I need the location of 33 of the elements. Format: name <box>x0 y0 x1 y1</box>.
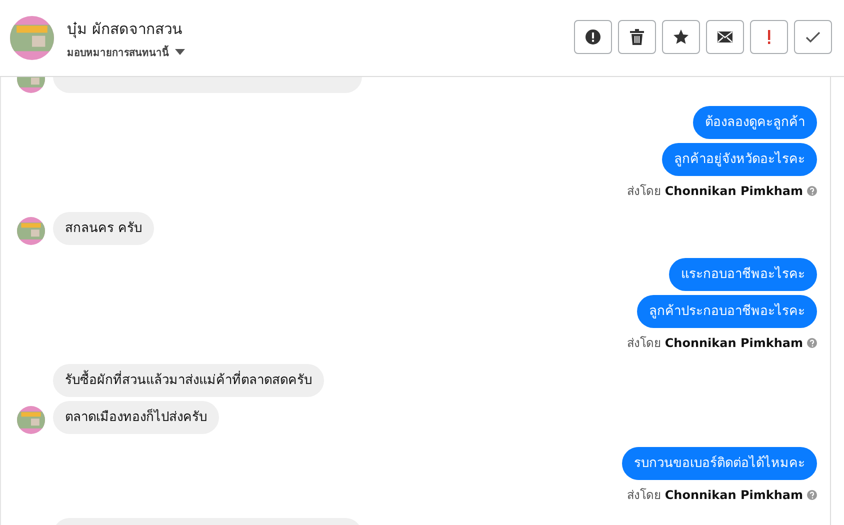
contact-name: บุ๋ม ผักสดจากสวน <box>67 18 183 40</box>
trash-icon <box>629 28 645 44</box>
avatar-picture <box>10 16 54 60</box>
envelope-icon <box>717 28 733 44</box>
avatar-picture <box>17 217 45 245</box>
sent-by-label: ส่งโดย <box>626 183 661 200</box>
message-bubble: ต้องลองดูคะลูกค้า <box>693 106 817 139</box>
help-icon <box>807 338 817 348</box>
envelope-button[interactable] <box>706 20 744 54</box>
help-icon <box>807 490 817 500</box>
avatar-picture <box>17 406 45 434</box>
message-bubble: ตลาดเมืองทองก็ไปส่งครับ <box>53 401 219 434</box>
message-bubble: สกลนคร ครับ <box>53 212 154 245</box>
message-bubble: รับซื้อผักที่สวนแล้วมาส่งแม่ค้าที่ตลาดสดครับ <box>53 364 324 397</box>
help-icon <box>807 186 817 196</box>
trash-button[interactable] <box>618 20 656 54</box>
mark-done-button[interactable] <box>794 20 832 54</box>
message-bubble: ลูกค้าอยู่จังหวัดอะไรคะ <box>662 143 817 176</box>
message-bubble: รบกวนขอเบอร์ติดต่อได้ไหมคะ <box>622 447 817 480</box>
message-bubble: แระกอบอาชีพอะไรคะ <box>669 258 817 291</box>
sent-by-label: ส่งโดย <box>626 487 661 504</box>
alert-button[interactable] <box>574 20 612 54</box>
sender-name: Chonnikan Pimkham <box>664 336 803 350</box>
assign-dropdown[interactable]: มอบหมายการสนทนานี้ <box>67 44 574 60</box>
star-icon <box>673 28 689 44</box>
star-button[interactable] <box>662 20 700 54</box>
sender-name: Chonnikan Pimkham <box>664 488 803 502</box>
message-bubble: ลูกค้าประกอบอาชีพอะไรคะ <box>637 295 817 328</box>
caret-icon <box>175 49 185 55</box>
sender-name: Chonnikan Pimkham <box>664 184 803 198</box>
sent-by-label: ส่งโดย <box>626 335 661 352</box>
alert-icon <box>585 28 601 44</box>
exclamation-icon <box>768 30 770 44</box>
